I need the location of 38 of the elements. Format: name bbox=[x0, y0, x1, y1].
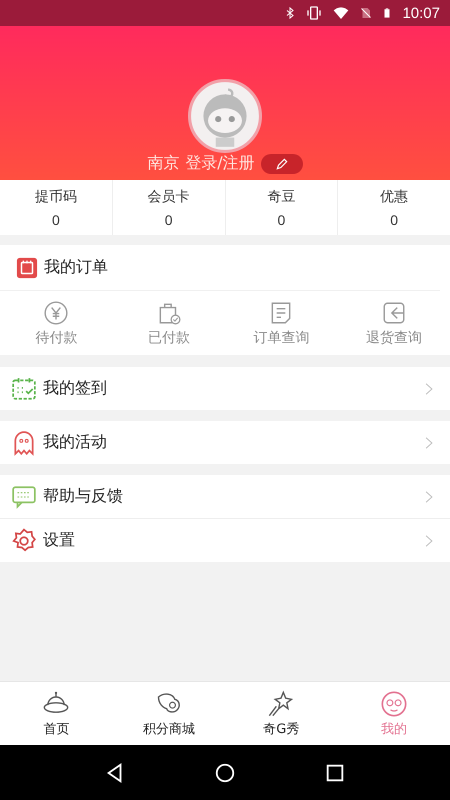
face-icon bbox=[380, 690, 408, 718]
chat-icon bbox=[11, 484, 37, 510]
order-shortcut[interactable]: 订单查询 bbox=[225, 291, 338, 355]
stat-label: 优惠 bbox=[380, 188, 408, 206]
stat-label: 奇豆 bbox=[267, 188, 296, 206]
status-time: 10:07 bbox=[402, 4, 440, 22]
return-icon bbox=[380, 300, 407, 326]
home-icon bbox=[214, 762, 236, 784]
calendar-icon bbox=[11, 376, 37, 402]
stat-value: 0 bbox=[390, 212, 398, 228]
order-shortcut[interactable]: 已付款 bbox=[112, 291, 225, 355]
stat-value: 0 bbox=[52, 212, 60, 228]
vibrate-icon bbox=[306, 5, 322, 21]
section-title: 我的订单 bbox=[44, 257, 108, 278]
yen-icon bbox=[43, 300, 70, 326]
city-label: 南京 bbox=[147, 153, 180, 174]
tab[interactable]: 奇G秀 bbox=[225, 682, 338, 745]
bluetooth-icon bbox=[284, 5, 296, 21]
stat-label: 提币码 bbox=[34, 188, 77, 206]
edit-button[interactable] bbox=[260, 154, 303, 174]
menu-row[interactable]: 帮助与反馈 bbox=[0, 475, 450, 518]
menu-row[interactable]: 我的签到 bbox=[0, 367, 450, 410]
star-icon bbox=[267, 690, 296, 718]
menu-row[interactable]: 我的活动 bbox=[0, 421, 450, 464]
settings-icon bbox=[11, 528, 37, 554]
pencil-icon bbox=[274, 156, 289, 170]
avatar-icon bbox=[188, 79, 262, 153]
order-shortcut[interactable]: 退货查询 bbox=[338, 291, 450, 355]
notepad-icon bbox=[16, 256, 38, 278]
tab[interactable]: 积分商城 bbox=[112, 682, 225, 745]
tab[interactable]: 首页 bbox=[0, 682, 112, 745]
stat-label: 会员卡 bbox=[148, 188, 190, 206]
stat-value: 0 bbox=[277, 212, 286, 228]
order-shortcut[interactable]: 待付款 bbox=[0, 291, 112, 355]
no-sim-icon bbox=[360, 5, 372, 21]
stat-value: 0 bbox=[164, 212, 173, 228]
menu-row[interactable]: 设置 bbox=[0, 518, 450, 562]
wifi-icon bbox=[332, 5, 350, 21]
